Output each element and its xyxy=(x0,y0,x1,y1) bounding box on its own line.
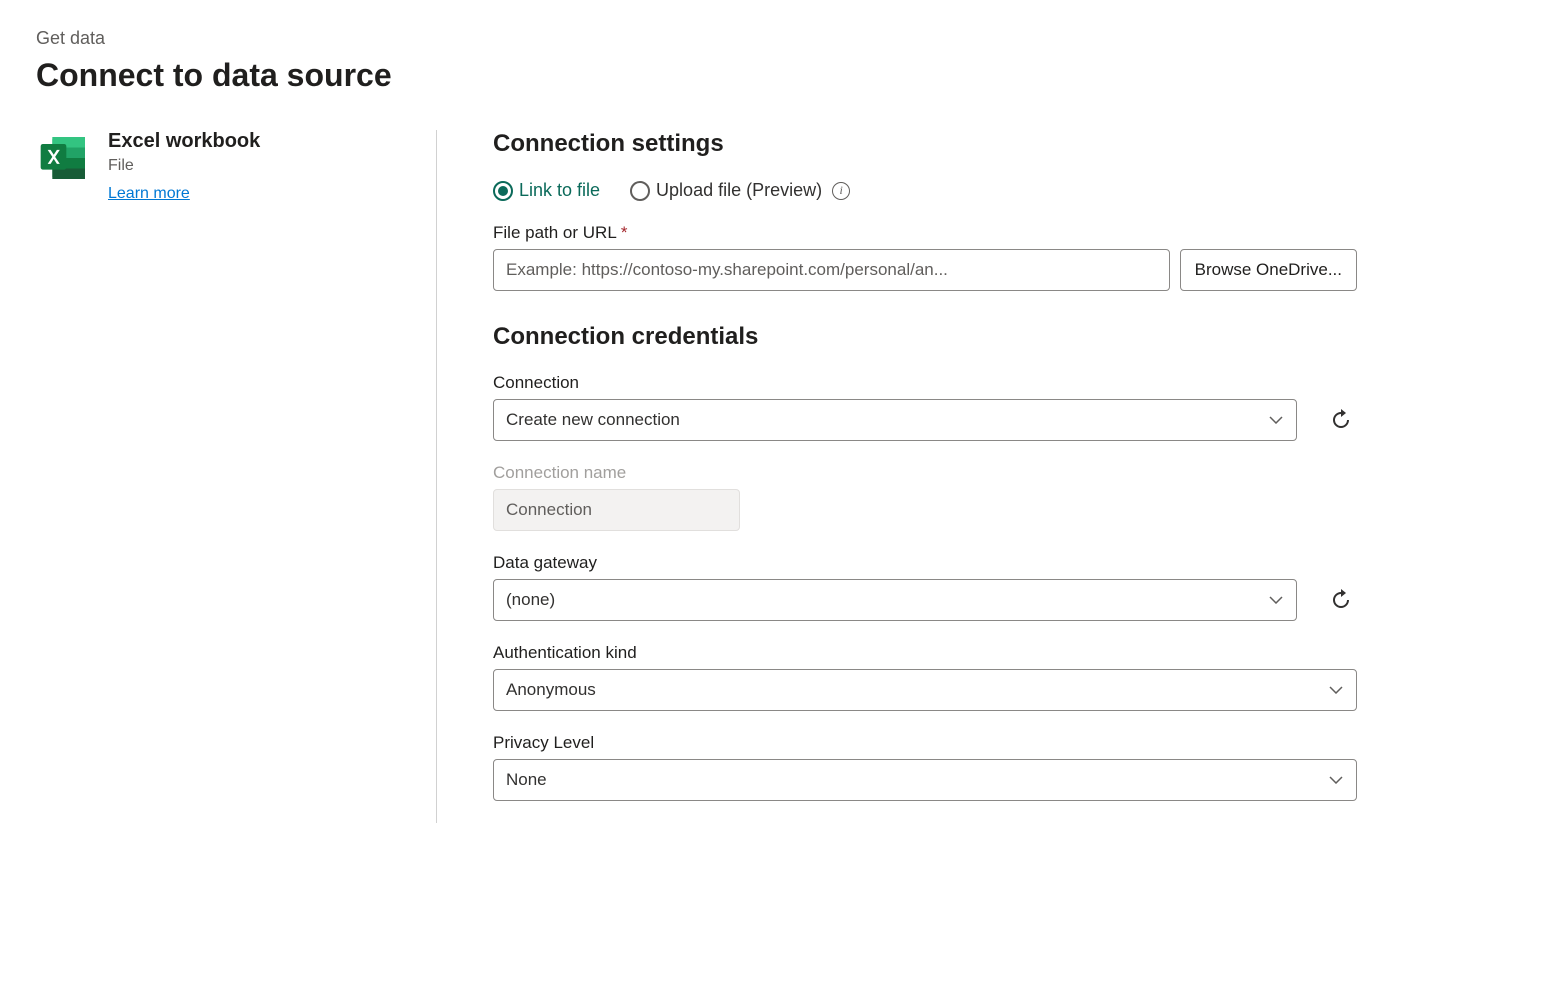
refresh-connection-button[interactable] xyxy=(1325,404,1357,436)
privacy-level-label: Privacy Level xyxy=(493,733,1357,753)
radio-link-to-file[interactable]: Link to file xyxy=(493,180,600,201)
connection-name-input xyxy=(493,489,740,531)
connection-credentials-heading: Connection credentials xyxy=(493,323,1357,351)
radio-label: Upload file (Preview) xyxy=(656,180,822,201)
learn-more-link[interactable]: Learn more xyxy=(108,185,260,203)
breadcrumb: Get data xyxy=(36,28,1509,49)
auth-kind-select[interactable]: Anonymous xyxy=(493,669,1357,711)
radio-circle-icon xyxy=(493,181,513,201)
connector-title: Excel workbook xyxy=(108,130,260,153)
file-path-input[interactable] xyxy=(493,249,1170,291)
data-gateway-label: Data gateway xyxy=(493,553,1357,573)
radio-label: Link to file xyxy=(519,180,600,201)
radio-upload-file[interactable]: Upload file (Preview) i xyxy=(630,180,850,201)
connection-select[interactable]: Create new connection xyxy=(493,399,1297,441)
right-panel: Connection settings Link to file Upload … xyxy=(437,130,1357,823)
connection-settings-heading: Connection settings xyxy=(493,130,1357,158)
file-path-label: File path or URL * xyxy=(493,223,1357,243)
data-gateway-select[interactable]: (none) xyxy=(493,579,1297,621)
connector-subtitle: File xyxy=(108,157,260,175)
excel-icon xyxy=(36,130,92,186)
file-mode-radio-group: Link to file Upload file (Preview) i xyxy=(493,180,1357,201)
connection-name-label: Connection name xyxy=(493,463,1357,483)
left-panel: Excel workbook File Learn more xyxy=(36,130,436,823)
browse-onedrive-button[interactable]: Browse OneDrive... xyxy=(1180,249,1357,291)
connector-card: Excel workbook File Learn more xyxy=(36,130,412,203)
radio-circle-icon xyxy=(630,181,650,201)
info-icon[interactable]: i xyxy=(832,182,850,200)
refresh-gateway-button[interactable] xyxy=(1325,584,1357,616)
page-title: Connect to data source xyxy=(36,57,1509,94)
privacy-level-select[interactable]: None xyxy=(493,759,1357,801)
connection-label: Connection xyxy=(493,373,1357,393)
auth-kind-label: Authentication kind xyxy=(493,643,1357,663)
